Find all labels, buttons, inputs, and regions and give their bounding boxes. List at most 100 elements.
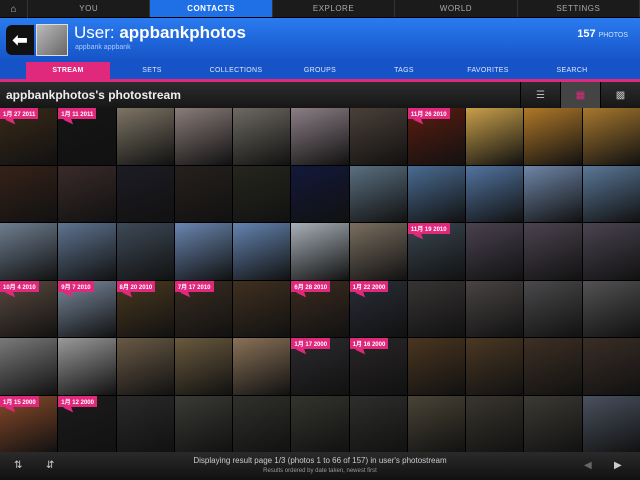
subtab-favorites[interactable]: FAVORITES: [446, 62, 530, 79]
tab-contacts[interactable]: CONTACTS: [150, 0, 273, 17]
photo-thumbnail[interactable]: [582, 223, 640, 280]
photo-thumbnail[interactable]: [174, 165, 233, 222]
photo-thumbnail[interactable]: 10月 4 2010: [0, 280, 58, 337]
grid-view-icon: ▦: [575, 89, 586, 101]
grid-view-button[interactable]: ▦: [560, 82, 600, 108]
home-icon[interactable]: ⌂: [0, 0, 28, 18]
photo-thumbnail[interactable]: 1月 22 2000: [349, 280, 407, 337]
list-view-icon: ☰: [536, 89, 545, 101]
photo-thumbnail[interactable]: [582, 108, 640, 165]
photo-thumbnail[interactable]: [524, 395, 582, 452]
photo-thumbnail[interactable]: [466, 108, 524, 165]
prev-icon[interactable]: ◀: [584, 460, 592, 471]
user-subtitle: appbank appbank: [75, 44, 131, 51]
date-label: 11月 19 2010: [407, 223, 450, 234]
photo-thumbnail[interactable]: [233, 280, 291, 337]
photo-thumbnail[interactable]: [524, 338, 582, 395]
photo-thumbnail[interactable]: [116, 108, 174, 165]
photo-thumbnail[interactable]: [291, 165, 349, 222]
photo-thumbnail[interactable]: [116, 223, 174, 280]
next-icon[interactable]: ▶: [614, 460, 622, 471]
photo-thumbnail[interactable]: [349, 223, 407, 280]
photo-thumbnail[interactable]: [233, 223, 291, 280]
photo-thumbnail[interactable]: [116, 395, 174, 452]
photo-thumbnail[interactable]: [582, 338, 640, 395]
photo-thumbnail[interactable]: [174, 108, 233, 165]
photo-thumbnail[interactable]: [233, 338, 291, 395]
photo-thumbnail[interactable]: 9月 7 2010: [58, 280, 116, 337]
photo-thumbnail[interactable]: 1月 17 2000: [291, 338, 349, 395]
photo-thumbnail[interactable]: [524, 223, 582, 280]
footer: ⇅ ⇵ Displaying result page 1/3 (photos 1…: [0, 452, 640, 480]
photo-thumbnail[interactable]: [174, 223, 233, 280]
tab-world[interactable]: WORLD: [395, 0, 518, 17]
subtab-sets[interactable]: SETS: [110, 62, 194, 79]
photo-thumbnail[interactable]: [466, 338, 524, 395]
tab-settings[interactable]: SETTINGS: [518, 0, 640, 17]
photo-thumbnail[interactable]: [524, 165, 582, 222]
subtab-tags[interactable]: TAGS: [362, 62, 446, 79]
date-label: 1月 27 2011: [0, 108, 39, 119]
photo-thumbnail[interactable]: 7月 17 2010: [174, 280, 233, 337]
photo-thumbnail[interactable]: [116, 165, 174, 222]
photo-thumbnail[interactable]: [407, 280, 466, 337]
photo-thumbnail[interactable]: [0, 223, 58, 280]
back-button[interactable]: ⬅: [6, 25, 34, 55]
photo-thumbnail[interactable]: [407, 338, 466, 395]
date-label: 6月 28 2010: [291, 280, 331, 292]
photo-thumbnail[interactable]: [58, 338, 116, 395]
photo-thumbnail[interactable]: [291, 108, 349, 165]
photo-thumbnail[interactable]: [407, 395, 466, 452]
photo-thumbnail[interactable]: [524, 108, 582, 165]
photo-thumbnail[interactable]: 1月 27 2011: [0, 108, 58, 165]
photo-thumbnail[interactable]: [582, 280, 640, 337]
photo-thumbnail[interactable]: [233, 395, 291, 452]
photo-thumbnail[interactable]: [233, 108, 291, 165]
tab-explore[interactable]: EXPLORE: [273, 0, 396, 17]
photo-thumbnail[interactable]: 6月 28 2010: [291, 280, 349, 337]
photo-thumbnail[interactable]: 8月 20 2010: [116, 280, 174, 337]
photo-count-value: 157: [577, 28, 596, 40]
photo-thumbnail[interactable]: [58, 223, 116, 280]
photo-thumbnail[interactable]: [349, 395, 407, 452]
section-bar: appbankphotos's photostream ☰ ▦ ▩: [0, 82, 640, 108]
photo-thumbnail[interactable]: [0, 165, 58, 222]
photo-thumbnail[interactable]: [466, 395, 524, 452]
avatar: [36, 24, 68, 56]
photo-thumbnail[interactable]: [466, 165, 524, 222]
photo-thumbnail[interactable]: [174, 338, 233, 395]
photo-thumbnail[interactable]: [466, 223, 524, 280]
photo-thumbnail[interactable]: 11月 26 2010: [407, 108, 466, 165]
subtab-groups[interactable]: GROUPS: [278, 62, 362, 79]
mosaic-view-button[interactable]: ▩: [600, 82, 640, 108]
photo-thumbnail[interactable]: [291, 395, 349, 452]
tab-you[interactable]: YOU: [28, 0, 151, 17]
photo-thumbnail[interactable]: [524, 280, 582, 337]
photo-thumbnail[interactable]: [582, 165, 640, 222]
photo-thumbnail[interactable]: 1月 15 2000: [0, 395, 58, 452]
date-arrow-icon: [354, 346, 365, 358]
photo-thumbnail[interactable]: 1月 16 2000: [349, 338, 407, 395]
photo-thumbnail[interactable]: [349, 165, 407, 222]
username: appbankphotos: [119, 23, 246, 42]
list-view-button[interactable]: ☰: [520, 82, 560, 108]
subtab-stream[interactable]: STREAM: [26, 62, 110, 79]
photo-thumbnail[interactable]: [349, 108, 407, 165]
subtab-collections[interactable]: COLLECTIONS: [194, 62, 278, 79]
photo-thumbnail[interactable]: 1月 12 2000: [58, 395, 116, 452]
subtab-search[interactable]: SEARCH: [530, 62, 614, 79]
photo-thumbnail[interactable]: 1月 11 2011: [58, 108, 116, 165]
photo-thumbnail[interactable]: [291, 223, 349, 280]
page-title: User: appbankphotos: [74, 23, 246, 43]
photo-thumbnail[interactable]: [116, 338, 174, 395]
photo-thumbnail[interactable]: [466, 280, 524, 337]
photo-thumbnail[interactable]: [407, 165, 466, 222]
photo-thumbnail[interactable]: [582, 395, 640, 452]
mosaic-view-icon: ▩: [615, 89, 626, 101]
back-arrow-icon: ⬅: [12, 29, 28, 50]
photo-thumbnail[interactable]: 11月 19 2010: [407, 223, 466, 280]
photo-thumbnail[interactable]: [233, 165, 291, 222]
photo-thumbnail[interactable]: [58, 165, 116, 222]
photo-thumbnail[interactable]: [0, 338, 58, 395]
photo-thumbnail[interactable]: [174, 395, 233, 452]
